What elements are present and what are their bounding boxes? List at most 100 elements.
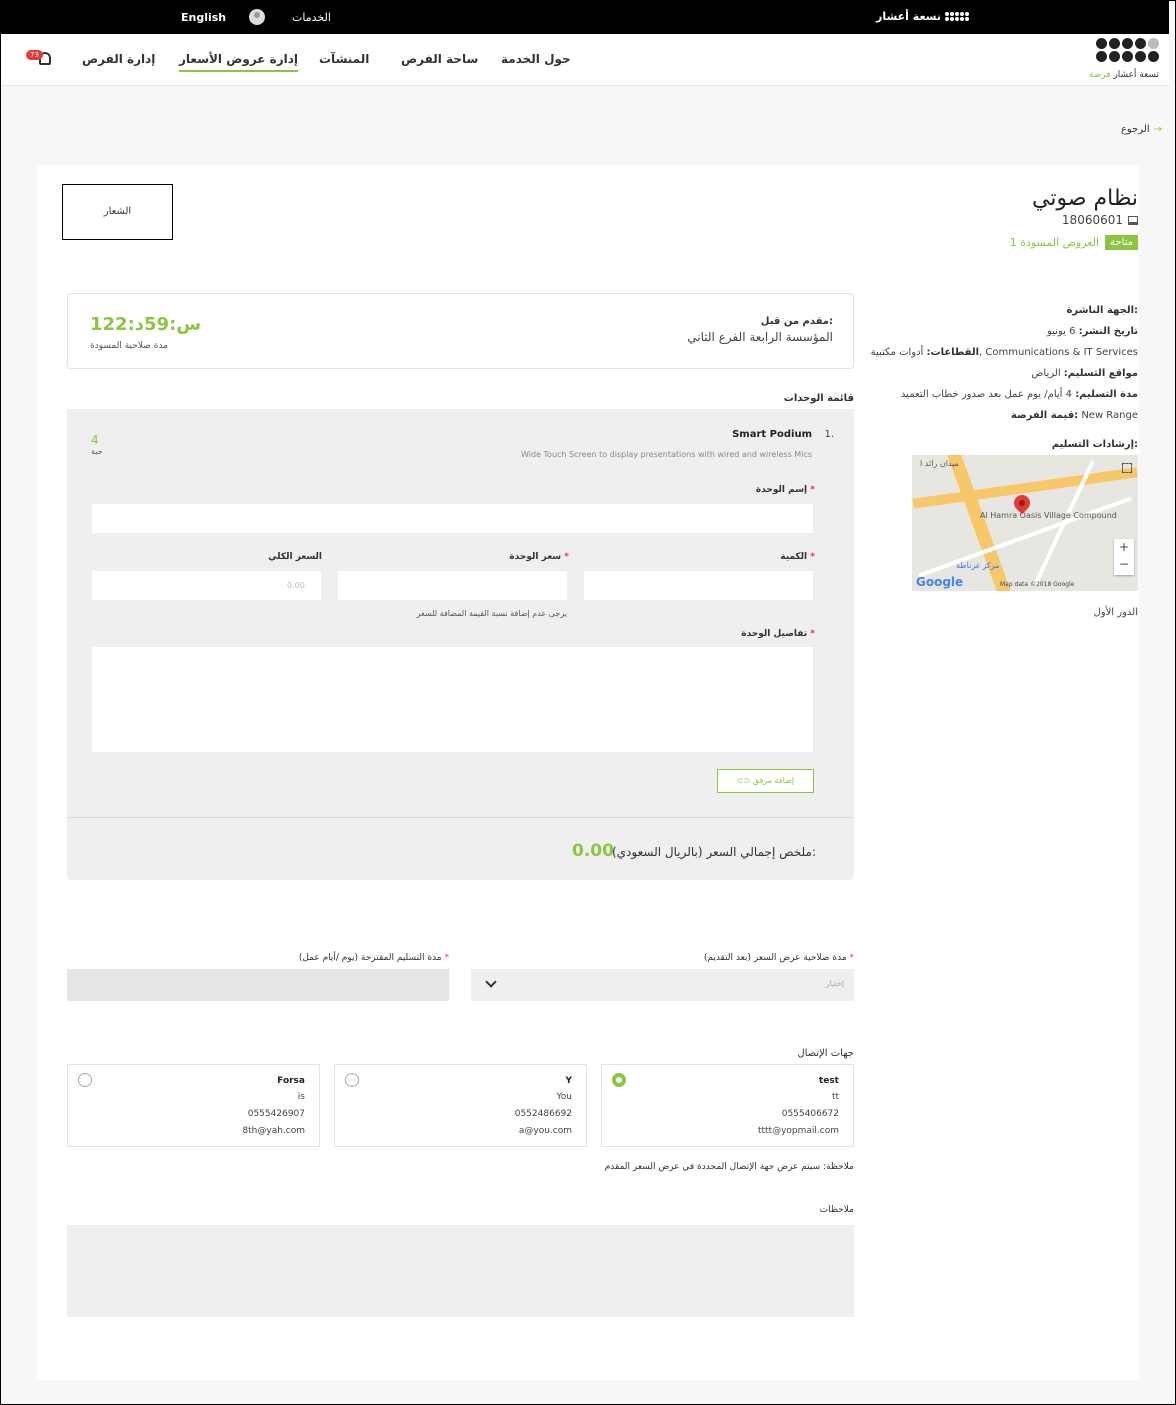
nav-about[interactable]: حول الخدمة	[501, 52, 571, 66]
delivery-floor: الدور الأول	[1093, 607, 1139, 618]
contact-name: Y	[565, 1076, 572, 1086]
contact-note: ملاحظة: سيتم عرض جهة الإتصال المحددة في …	[604, 1162, 854, 1172]
contacts-title: جهات الإتصال	[797, 1048, 854, 1059]
vat-hint: يرجى عدم إضافة نسبة القيمة المضافة للسعر	[416, 609, 567, 618]
unit-name-input[interactable]	[91, 503, 814, 534]
main-nav: تسعة أعشار فرصة حول الخدمة ساحة الفرص ال…	[1, 34, 1169, 86]
contact-title: tt	[831, 1092, 839, 1102]
radio-unselected-icon[interactable]	[78, 1073, 92, 1087]
paperclip-icon: ⊂⊃	[736, 776, 751, 785]
sectors-label: القطاعات:	[926, 347, 980, 358]
status-row: 1 العروض المسودة متاحة	[1010, 235, 1138, 250]
unit-details-label: تفاصيل الوحدة *	[741, 629, 815, 639]
nav-opportunities[interactable]: ساحة الفرص	[401, 52, 478, 66]
divider	[67, 817, 854, 818]
unit-description: Wide Touch Screen to display presentatio…	[521, 450, 812, 459]
sectors-value: أدوات مكتبية, Communications & IT Servic…	[870, 347, 1138, 358]
total-price-label: السعر الكلي	[268, 552, 322, 562]
user-avatar-icon[interactable]	[249, 9, 265, 25]
language-switch[interactable]: English	[181, 11, 226, 24]
unit-name: Smart Podium	[732, 429, 812, 440]
unit-number: 1.	[824, 429, 834, 440]
unit-price-input[interactable]	[337, 570, 568, 601]
map-poi-label: ميدان رائد ا	[920, 459, 959, 468]
chevron-down-icon	[485, 976, 497, 988]
contact-name: test	[818, 1076, 839, 1086]
offer-header: مقدم من قبل: المؤسسة الرابعة الفرع الثان…	[67, 293, 854, 369]
directions-label: إرشادات التسليم:	[1051, 439, 1138, 450]
opportunity-info: الجهة الناشرة: تاريخ النشر: 6 يونيو القط…	[838, 300, 1138, 455]
drafts-link[interactable]: 1 العروض المسودة	[1010, 236, 1099, 249]
document-icon	[1128, 215, 1138, 225]
quantity-input[interactable]	[583, 570, 814, 601]
ref-number: 18060601	[1061, 213, 1123, 227]
contact-name: Forsa	[277, 1076, 305, 1086]
submitted-by-value: المؤسسة الرابعة الفرع الثاني	[687, 330, 833, 344]
contact-card[interactable]: Y You 0552486692 a@you.com	[334, 1064, 587, 1147]
map-place-label: Al Hamra Oasis Village Compound	[980, 511, 1117, 520]
unit-name-label: إسم الوحدة *	[755, 485, 815, 495]
validity-placeholder: إختيار	[825, 979, 844, 988]
contact-title: is	[297, 1092, 305, 1102]
add-attachment-button[interactable]: ⊂⊃ إضافة مرفق	[717, 769, 814, 793]
contact-email: tttt@yopmail.com	[757, 1126, 839, 1136]
map-poi-label: مركز غرناطة	[956, 561, 1000, 570]
unit-quantity-label: حبة	[91, 447, 103, 456]
map-attribution: Map data ©2018 Google	[1000, 581, 1075, 588]
logo-dots-icon	[1096, 38, 1159, 62]
contact-card[interactable]: test tt 0555406672 tttt@yopmail.com	[601, 1064, 854, 1147]
duration-value: 4 أيام/ يوم عمل بعد صدور خطاب التعميد	[900, 389, 1072, 400]
contact-phone: 0555426907	[247, 1109, 305, 1119]
top-brand[interactable]: نسعة أعشار	[876, 10, 969, 23]
radio-unselected-icon[interactable]	[345, 1073, 359, 1087]
unit-quantity: 4	[91, 433, 99, 447]
duration-label: مدة التسليم:	[1075, 389, 1138, 400]
site-logo[interactable]: تسعة أعشار فرصة	[1089, 38, 1159, 82]
opportunity-ref: 18060601	[1062, 213, 1138, 227]
validity-label: مدة صلاحية عرض السعر (بعد التقديم) *	[703, 953, 854, 963]
top-bar: نسعة أعشار English الخدمات	[1, 1, 1169, 34]
date-value: 6 يونيو	[1046, 326, 1076, 337]
locations-value: الرياض	[1031, 368, 1061, 379]
notifications-button[interactable]: 73	[26, 50, 56, 70]
contact-card[interactable]: Forsa is 0555426907 8th@yah.com	[67, 1064, 320, 1147]
value-label: قيمة الفرصة:	[1010, 410, 1079, 421]
delivery-duration-label: مدة التسليم المقترحة (يوم /أيام عمل) *	[298, 953, 449, 963]
arrow-right-icon: →	[1153, 124, 1162, 135]
opportunity-title: نظام صوتي	[1032, 186, 1138, 211]
unit-details-textarea[interactable]	[91, 646, 814, 753]
draft-timer: 1س:59د:22	[90, 314, 202, 335]
price-summary-value: 0.00	[572, 841, 614, 861]
contact-title: You	[556, 1092, 572, 1102]
add-attachment-label: إضافة مرفق	[752, 776, 795, 785]
map-zoom-control[interactable]: + −	[1114, 539, 1134, 575]
issuer-label: الجهة الناشرة:	[1066, 305, 1138, 316]
brand-text: نسعة أعشار	[876, 10, 941, 23]
radio-selected-icon[interactable]	[612, 1073, 626, 1087]
brand-dots-icon	[945, 12, 969, 21]
validity-select[interactable]: إختيار	[471, 969, 854, 1001]
services-link[interactable]: الخدمات	[292, 11, 331, 24]
back-link[interactable]: الرجوع →	[1121, 124, 1162, 135]
delivery-map[interactable]: Al Hamra Oasis Village Compound مركز غرن…	[912, 455, 1138, 591]
draft-timer-label: مدة صلاحية المسودة	[90, 341, 168, 351]
notes-textarea[interactable]	[67, 1225, 854, 1317]
fullscreen-icon[interactable]	[1122, 463, 1132, 473]
logo-text: تسعة أعشار فرصة	[1088, 70, 1159, 80]
notification-count-badge: 73	[26, 50, 43, 60]
nav-quotes[interactable]: إدارة عروض الأسعار	[179, 52, 299, 72]
notes-label: ملاحظات	[819, 1205, 854, 1215]
nav-manage-opportunities[interactable]: إدارة الفرص	[82, 52, 155, 66]
nav-facilities[interactable]: المنشآت	[319, 52, 369, 66]
google-logo: Google	[916, 575, 964, 589]
delivery-duration-input[interactable]	[67, 969, 449, 1001]
locations-label: مواقع التسليم:	[1063, 368, 1138, 379]
unit-price-label: سعر الوحدة *	[509, 552, 569, 562]
price-summary-label: ملخص إجمالي السعر (بالريال السعودي):	[611, 845, 816, 859]
company-logo-placeholder: الشعار	[62, 184, 173, 240]
back-label: الرجوع	[1120, 124, 1150, 135]
contact-phone: 0552486692	[514, 1109, 572, 1119]
units-panel: 1. Smart Podium Wide Touch Screen to dis…	[67, 409, 854, 880]
submitted-by-label: مقدم من قبل:	[760, 316, 833, 327]
value-value: New Range	[1081, 410, 1138, 421]
